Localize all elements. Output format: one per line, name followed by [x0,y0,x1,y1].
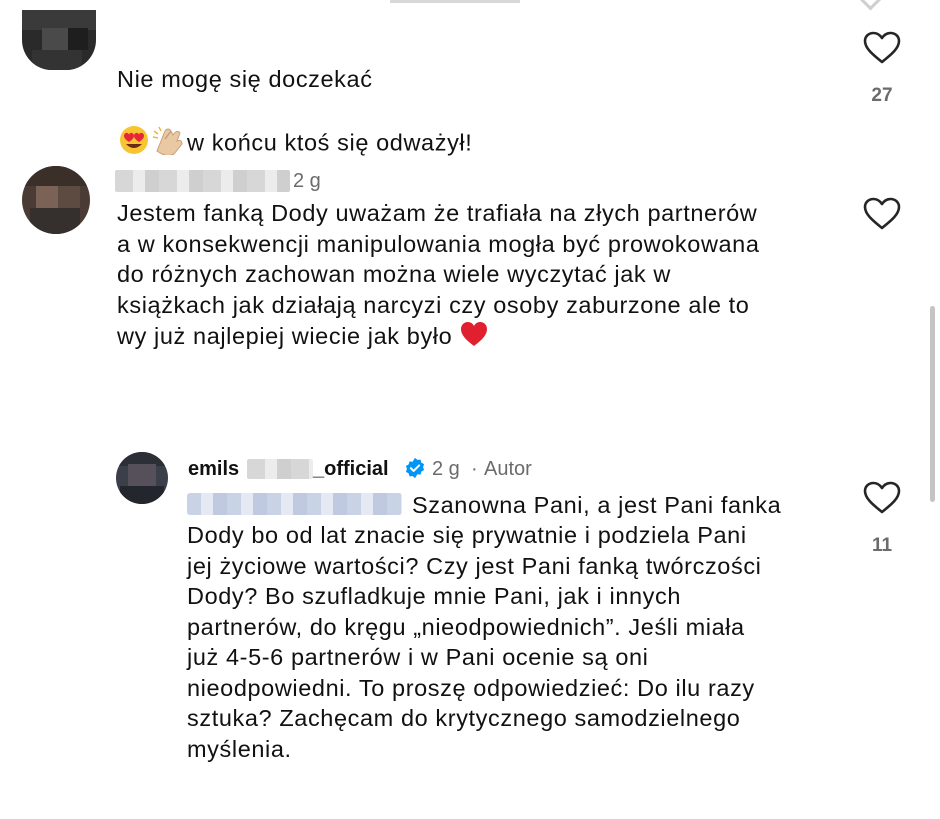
like-count: 11 [871,535,893,556]
like-count: 27 [871,85,893,106]
heart-outline-icon[interactable] [862,480,902,516]
meta-separator: · [471,458,478,480]
comment-1: Nie mogę się doczekać w końcu ktoś się o… [0,0,940,156]
avatar[interactable] [22,10,96,70]
author-badge: Autor [484,458,532,480]
author-username-end[interactable]: _official [313,458,389,481]
heart-outline-icon[interactable] [862,196,902,232]
comment-text-body: Jestem fanką Dody uważam że trafiała na … [117,200,760,349]
reply-text: Dody bo od lat znacie się prywatnie i po… [187,522,762,762]
author-avatar[interactable] [116,452,168,504]
reply-time: 2 g [432,458,460,480]
scrollbar[interactable] [930,306,935,502]
comment-text-start: Nie mogę się doczekać [117,65,373,92]
verified-badge-icon [405,457,425,479]
reply-first-line: Szanowna Pani, a jest Pani fanka [412,492,782,518]
comment-time: 2 g [293,170,321,192]
author-username-start[interactable]: emils [188,458,239,481]
comment-text: Nie mogę się doczekać w końcu ktoś się o… [117,33,837,162]
avatar[interactable] [22,166,90,234]
red-heart-emoji [459,320,489,356]
comment-2: 2 g Jestem fanką Dody uważam że trafiała… [0,150,940,370]
mention-blurred[interactable] [187,493,402,515]
comment-text: Jestem fanką Dody uważam że trafiała na … [117,198,837,356]
username-blurred[interactable] [115,170,290,192]
username-blurred[interactable] [247,459,313,479]
heart-outline-icon[interactable] [862,30,902,66]
reply-comment: emils _official 2 g · Autor Szanowna Pan… [0,440,940,780]
